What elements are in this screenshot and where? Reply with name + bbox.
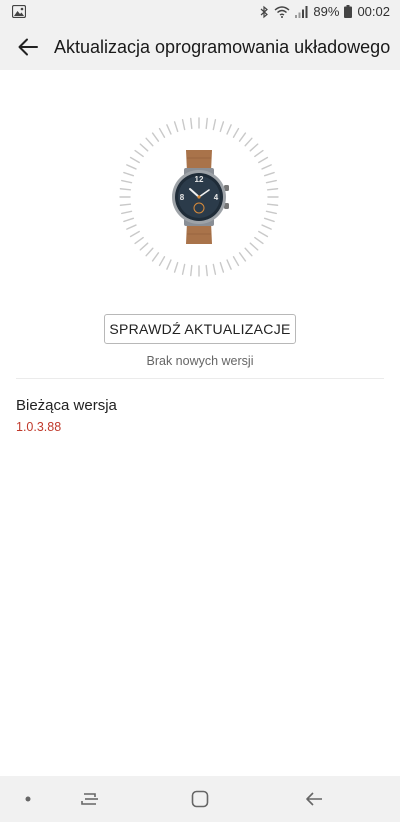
ring-tick [232,256,240,267]
current-version-value: 1.0.3.88 [16,420,62,434]
ring-tick [129,156,140,164]
ring-tick [261,224,272,230]
page-title: Aktualizacja oprogramowania układowego [54,36,391,57]
ring-tick [258,156,269,164]
ring-tick [123,171,135,177]
ring-tick [129,230,140,238]
ring-tick [190,264,193,277]
signal-icon [295,5,308,18]
ring-tick [151,252,160,262]
bluetooth-icon [260,5,269,19]
ring-tick [226,124,232,135]
ring-tick [145,137,154,147]
ring-tick [119,188,132,191]
current-version-label: Bieżąca wersja [16,397,117,414]
ring-tick [238,132,247,142]
dot-icon[interactable] [14,776,42,822]
ring-tick [205,264,208,277]
ring-tick [265,179,277,184]
status-bar: 89% 00:02 [0,0,400,24]
check-updates-button[interactable]: SPRAWDŹ AKTUALIZACJE [104,314,296,344]
ring-tick [158,256,166,267]
ring-tick [205,117,208,130]
ring-tick [261,164,272,170]
gallery-notification-icon [11,4,27,23]
ring-tick [181,263,186,275]
ring-tick [121,179,133,184]
ring-tick [263,171,275,177]
ring-tick [244,137,253,147]
back-button[interactable] [4,24,52,70]
ring-tick [139,143,149,152]
ring-tick [212,263,217,275]
ring-tick [126,164,137,170]
ring-tick [145,247,154,257]
app-bar: Aktualizacja oprogramowania układowego [0,24,400,70]
ring-tick [232,127,240,138]
ring-tick [123,217,135,223]
ring-tick [173,261,179,273]
clock: 00:02 [357,4,390,19]
ring-tick [244,247,253,257]
ring-tick [126,224,137,230]
ring-tick [166,259,172,270]
ring-tick [249,242,259,251]
recents-icon[interactable] [70,776,110,822]
ring-tick [190,117,193,130]
ring-tick [226,259,232,270]
ring-tick [238,252,247,262]
battery-percent: 89% [313,4,340,19]
ring-tick [219,121,225,133]
ring-tick [266,203,279,206]
ring-tick [134,236,144,245]
svg-text:4: 4 [214,193,219,202]
svg-text:8: 8 [180,193,185,202]
home-icon[interactable] [180,776,220,822]
ring-tick [166,124,172,135]
ring-tick [139,242,149,251]
ring-tick [158,127,166,138]
back-icon[interactable] [294,776,334,822]
ring-tick [254,149,264,158]
ring-tick [119,203,132,206]
ring-tick [266,188,279,191]
watch-icon: 12 8 4 [172,150,229,244]
battery-icon [344,5,353,18]
watch-image: 12 8 4 [118,116,280,278]
ring-tick [212,119,217,131]
update-status-text: Brak nowych wersji [146,354,254,368]
ring-tick [151,132,160,142]
ring-tick [265,210,277,215]
ring-tick [249,143,259,152]
ring-tick [181,119,186,131]
wifi-icon [274,5,290,18]
ring-tick [254,236,264,245]
ring-tick [173,121,179,133]
ring-tick [258,230,269,238]
svg-text:12: 12 [195,175,204,184]
arrow-left-icon [18,38,38,56]
navigation-bar [0,776,400,822]
ring-tick [263,217,275,223]
divider [16,378,384,379]
ring-tick [219,261,225,273]
ring-tick [134,149,144,158]
ring-tick [121,210,133,215]
status-indicators: 89% 00:02 [260,4,390,19]
